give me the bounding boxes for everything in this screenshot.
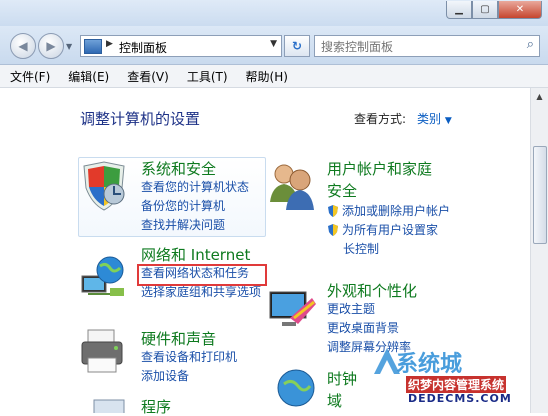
breadcrumb-control-panel[interactable]: 控制面板	[119, 39, 167, 56]
control-panel-window: ▁ ▢ ✕ ◀ ▶ ▼ ▶ 控制面板 ▼ ↻ ⌕ 文件(F) 编辑(E) 查看(…	[0, 0, 548, 416]
clock-title-line2[interactable]: 域	[327, 392, 357, 410]
view-by-label: 查看方式:	[354, 112, 407, 126]
category-hardware-sound: 硬件和声音 查看设备和打印机 添加设备	[141, 330, 237, 386]
view-by-dropdown[interactable]: 类别 ▼	[417, 110, 452, 127]
caption-buttons: ▁ ▢ ✕	[446, 1, 542, 19]
refresh-button[interactable]: ↻	[284, 35, 310, 57]
category-clock-region: 时钟 域	[327, 370, 357, 410]
network-globe-icon[interactable]	[80, 254, 130, 300]
page-title: 调整计算机的设置	[80, 110, 201, 128]
appearance-title[interactable]: 外观和个性化	[327, 282, 417, 300]
close-button[interactable]: ✕	[498, 1, 542, 19]
forward-button[interactable]: ▶	[38, 33, 64, 59]
clock-globe-icon[interactable]	[276, 368, 318, 410]
printer-icon[interactable]	[80, 328, 130, 378]
link-backup-computer[interactable]: 备份您的计算机	[141, 197, 249, 216]
add-remove-users-label: 添加或删除用户帐户	[342, 204, 451, 218]
link-view-computer-status[interactable]: 查看您的计算机状态	[141, 178, 249, 197]
hardware-sound-title[interactable]: 硬件和声音	[141, 330, 237, 348]
category-system-security: 系统和安全 查看您的计算机状态 备份您的计算机 查找并解决问题	[141, 160, 249, 235]
forward-arrow-icon: ▶	[46, 39, 56, 53]
watermark: 系统城 织梦内容管理系统 DEDECMS.COM	[372, 346, 532, 410]
link-parental-controls-cont[interactable]: 长控制	[343, 240, 450, 259]
watermark-url: DEDECMS.COM	[408, 392, 512, 405]
user-accounts-title-line1[interactable]: 用户帐户和家庭	[327, 160, 450, 178]
view-by-chevron-icon: ▼	[444, 116, 452, 126]
link-change-theme[interactable]: 更改主题	[327, 300, 417, 319]
link-find-fix-problems[interactable]: 查找并解决问题	[141, 216, 249, 235]
watermark-brand: 系统城	[396, 352, 463, 377]
history-dropdown-icon[interactable]: ▼	[66, 42, 72, 51]
vertical-scrollbar[interactable]: ▲	[530, 88, 548, 413]
scroll-thumb[interactable]	[533, 146, 547, 244]
title-bar: ▁ ▢ ✕	[0, 0, 548, 26]
search-box: ⌕	[314, 35, 540, 57]
back-button[interactable]: ◀	[10, 33, 36, 59]
user-accounts-title-line2[interactable]: 安全	[327, 182, 450, 200]
uac-shield-icon	[328, 224, 338, 236]
link-change-background[interactable]: 更改桌面背景	[327, 319, 417, 338]
control-panel-icon	[84, 39, 102, 54]
menu-bar: 文件(F) 编辑(E) 查看(V) 工具(T) 帮助(H)	[0, 65, 548, 88]
link-parental-controls[interactable]: 为所有用户设置家	[327, 221, 450, 240]
maximize-button[interactable]: ▢	[472, 1, 498, 19]
refresh-icon: ↻	[291, 39, 303, 53]
minimize-button[interactable]: ▁	[446, 1, 472, 19]
search-input[interactable]	[319, 38, 513, 55]
programs-icon[interactable]	[90, 396, 130, 413]
close-icon: ✕	[515, 4, 525, 15]
menu-help[interactable]: 帮助(H)	[246, 68, 288, 85]
menu-tools[interactable]: 工具(T)	[187, 68, 228, 85]
clock-title-line1[interactable]: 时钟	[327, 370, 357, 388]
menu-file[interactable]: 文件(F)	[10, 68, 50, 85]
maximize-icon: ▢	[480, 4, 490, 15]
minimize-icon: ▁	[455, 4, 463, 15]
programs-title[interactable]: 程序	[141, 398, 171, 416]
system-security-title[interactable]: 系统和安全	[141, 160, 249, 178]
security-shield-icon[interactable]	[80, 160, 130, 212]
view-by-value: 类别	[417, 112, 442, 126]
scroll-up-arrow-icon[interactable]: ▲	[531, 88, 548, 104]
navigation-bar: ◀ ▶ ▼ ▶ 控制面板 ▼ ↻ ⌕	[0, 26, 548, 65]
address-bar[interactable]: ▶ 控制面板 ▼	[80, 35, 282, 57]
menu-view[interactable]: 查看(V)	[127, 68, 169, 85]
breadcrumb-chevron-icon[interactable]: ▶	[106, 39, 113, 49]
appearance-monitor-icon[interactable]	[268, 288, 318, 332]
watermark-sub: 织梦内容管理系统	[406, 376, 507, 393]
uac-shield-icon	[328, 205, 338, 217]
link-add-device[interactable]: 添加设备	[141, 367, 237, 386]
link-add-remove-users[interactable]: 添加或删除用户帐户	[327, 202, 450, 221]
category-user-accounts: 用户帐户和家庭 安全 添加或删除用户帐户 为所有用户设置家 长控制	[327, 160, 450, 259]
users-icon[interactable]	[266, 160, 318, 212]
parental-controls-label: 为所有用户设置家	[342, 223, 439, 237]
menu-edit[interactable]: 编辑(E)	[68, 68, 109, 85]
network-internet-title[interactable]: 网络和 Internet	[141, 246, 261, 264]
back-arrow-icon: ◀	[18, 39, 28, 53]
category-programs: 程序	[141, 398, 171, 416]
search-icon[interactable]: ⌕	[527, 37, 534, 52]
address-dropdown-icon[interactable]: ▼	[270, 39, 277, 49]
link-devices-printers[interactable]: 查看设备和打印机	[141, 348, 237, 367]
highlight-box	[137, 264, 267, 286]
